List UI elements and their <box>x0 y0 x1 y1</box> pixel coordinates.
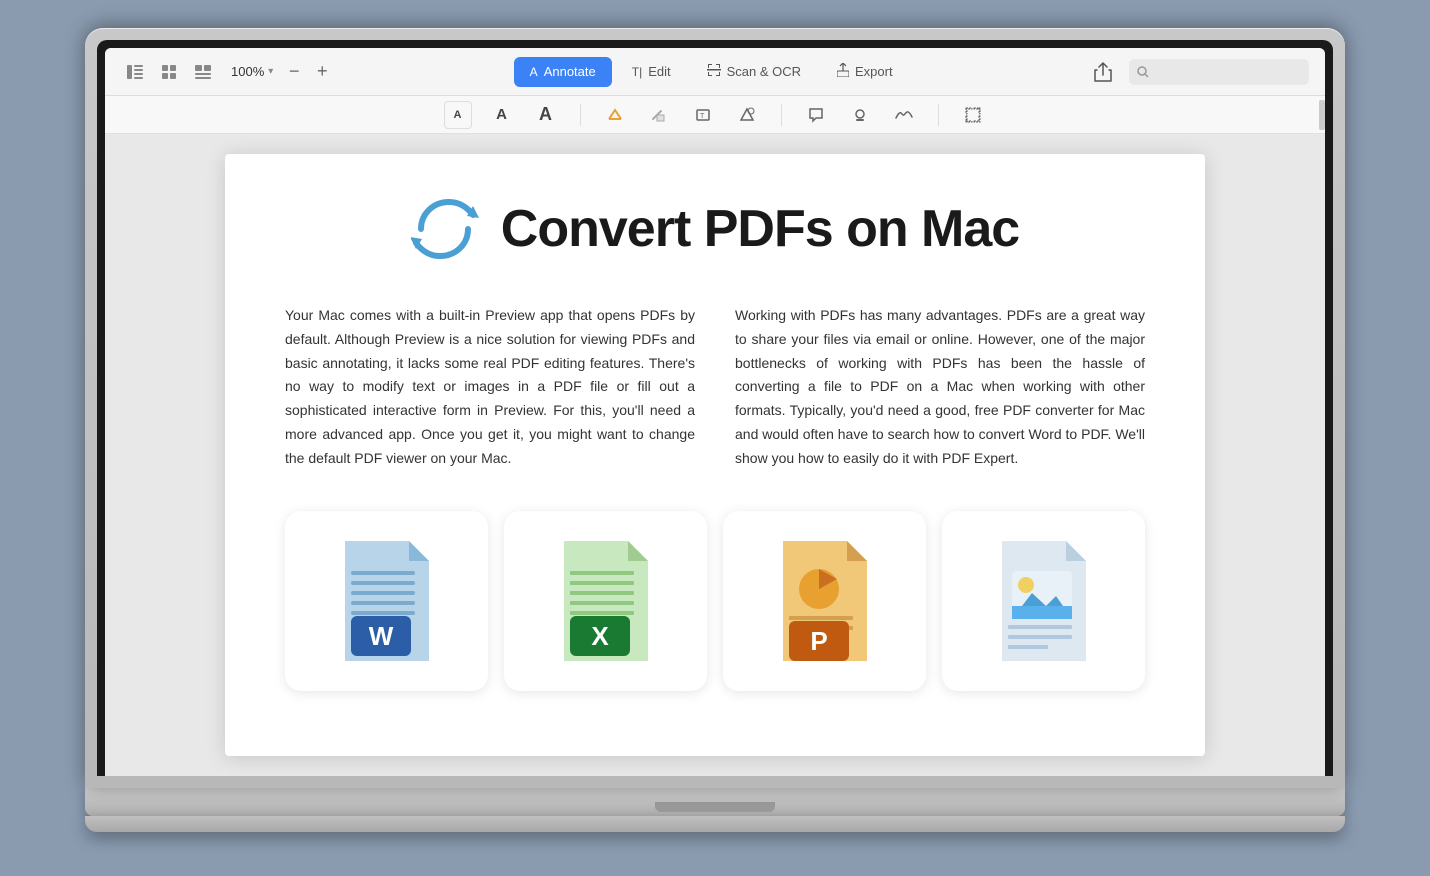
search-icon <box>1137 66 1149 78</box>
sync-icon <box>411 194 481 264</box>
right-column-text: Working with PDFs has many advantages. P… <box>735 304 1145 471</box>
comment-tool[interactable] <box>802 101 830 129</box>
pdf-page: Convert PDFs on Mac Your Mac comes with … <box>225 154 1205 756</box>
eraser-tool[interactable] <box>645 101 673 129</box>
sidebar-toggle-icon[interactable] <box>121 61 149 83</box>
scan-icon <box>707 63 721 80</box>
app-icons-row: W <box>285 511 1145 691</box>
edit-label: Edit <box>648 64 670 79</box>
edit-icon: T| <box>632 65 642 79</box>
screen-bezel: 100% ▾ − + A Annotate T| Edit <box>97 40 1333 776</box>
excel-doc-icon: X <box>556 541 656 661</box>
laptop-foot <box>85 816 1345 832</box>
scan-ocr-label: Scan & OCR <box>727 64 801 79</box>
tab-annotate[interactable]: A Annotate <box>514 57 612 87</box>
svg-text:P: P <box>810 626 827 656</box>
highlight-tool[interactable] <box>601 101 629 129</box>
zoom-plus-button[interactable]: + <box>311 61 333 83</box>
image-doc-icon <box>994 541 1094 661</box>
zoom-chevron-icon: ▾ <box>268 66 273 77</box>
toolbar-handle <box>1319 100 1325 130</box>
toolbar-right <box>1089 58 1309 86</box>
separator-1 <box>580 104 581 126</box>
text-large-tool[interactable]: A <box>532 101 560 129</box>
screen: 100% ▾ − + A Annotate T| Edit <box>105 48 1325 776</box>
powerpoint-icon-card: P <box>723 511 926 691</box>
separator-3 <box>938 104 939 126</box>
svg-text:T: T <box>700 113 705 120</box>
signature-tool[interactable] <box>890 101 918 129</box>
page-title: Convert PDFs on Mac <box>501 199 1019 259</box>
search-bar[interactable] <box>1129 59 1309 85</box>
laptop-shell: 100% ▾ − + A Annotate T| Edit <box>85 28 1345 848</box>
left-column-text: Your Mac comes with a built-in Preview a… <box>285 304 695 471</box>
share-button[interactable] <box>1089 58 1117 86</box>
image-icon-card <box>942 511 1145 691</box>
annotate-label: Annotate <box>544 64 596 79</box>
list-view-icon[interactable] <box>189 61 217 83</box>
zoom-level: 100% <box>231 64 264 79</box>
powerpoint-doc-icon: P <box>775 541 875 661</box>
grid-view-icon[interactable] <box>155 61 183 83</box>
excel-icon-card: X <box>504 511 707 691</box>
laptop-lid: 100% ▾ − + A Annotate T| Edit <box>85 28 1345 788</box>
text-medium-tool[interactable]: A <box>488 101 516 129</box>
zoom-control: 100% ▾ <box>231 64 273 79</box>
page-header: Convert PDFs on Mac <box>285 194 1145 264</box>
export-label: Export <box>855 64 893 79</box>
selection-tool[interactable] <box>959 101 987 129</box>
tab-edit[interactable]: T| Edit <box>616 57 687 87</box>
stamp-tool[interactable] <box>846 101 874 129</box>
word-doc-icon: W <box>337 541 437 661</box>
annotate-icon: A <box>530 65 538 79</box>
zoom-minus-button[interactable]: − <box>283 61 305 83</box>
hinge-notch <box>655 802 775 812</box>
shape-tool[interactable] <box>733 101 761 129</box>
toolbar-center: A Annotate T| Edit <box>341 57 1081 87</box>
toolbar-left: 100% ▾ − + <box>121 61 333 83</box>
separator-2 <box>781 104 782 126</box>
tab-scan-ocr[interactable]: Scan & OCR <box>691 57 817 87</box>
main-toolbar: 100% ▾ − + A Annotate T| Edit <box>105 48 1325 96</box>
tab-export[interactable]: Export <box>821 57 909 87</box>
document-area[interactable]: Convert PDFs on Mac Your Mac comes with … <box>105 134 1325 776</box>
text-small-tool[interactable]: A <box>444 101 472 129</box>
text-box-tool[interactable]: T <box>689 101 717 129</box>
export-icon <box>837 63 849 80</box>
svg-text:X: X <box>591 621 609 651</box>
annotation-toolbar: A A A <box>105 96 1325 134</box>
two-column-section: Your Mac comes with a built-in Preview a… <box>285 304 1145 471</box>
laptop-base <box>85 788 1345 816</box>
word-icon-card: W <box>285 511 488 691</box>
svg-text:W: W <box>368 621 393 651</box>
